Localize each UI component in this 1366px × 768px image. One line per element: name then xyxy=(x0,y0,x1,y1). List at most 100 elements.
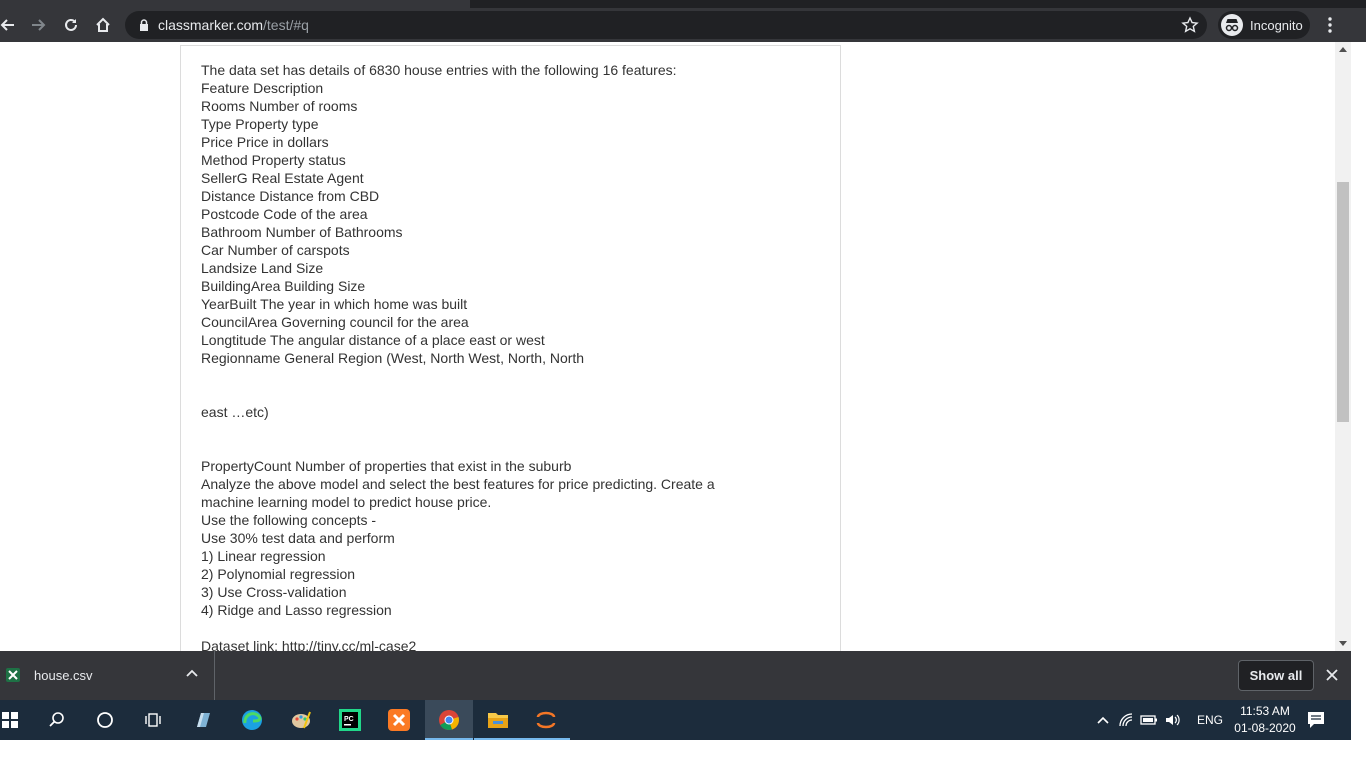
browser-menu-button[interactable] xyxy=(1320,8,1340,42)
question-line: 1) Linear regression xyxy=(201,548,326,564)
clock-date: 01-08-2020 xyxy=(1234,721,1296,735)
paint-app[interactable] xyxy=(277,700,325,740)
notepad-app[interactable] xyxy=(179,700,227,740)
clock[interactable]: 11:53 AM 01-08-2020 xyxy=(1230,703,1300,737)
search-icon xyxy=(49,712,64,727)
task-view-button[interactable] xyxy=(129,700,177,740)
question-line: Rooms Number of rooms xyxy=(201,98,358,114)
question-line: Use the following concepts - xyxy=(201,512,377,528)
question-line: Bathroom Number of Bathrooms xyxy=(201,224,403,240)
close-download-bar-button[interactable] xyxy=(1322,665,1342,685)
forward-arrow-icon xyxy=(32,19,46,31)
window-edge xyxy=(1351,42,1366,740)
pycharm-icon: PC xyxy=(339,709,361,731)
question-line: Car Number of carspots xyxy=(201,242,350,258)
scroll-down-icon[interactable] xyxy=(1339,641,1347,646)
cortana-button[interactable] xyxy=(81,700,129,740)
question-line: east …etc) xyxy=(201,404,269,420)
volume-icon[interactable] xyxy=(1164,712,1182,728)
question-line: YearBuilt The year in which home was bui… xyxy=(201,296,468,312)
edge-app[interactable] xyxy=(228,700,276,740)
download-file-name: house.csv xyxy=(34,668,93,683)
question-line: Postcode Code of the area xyxy=(201,206,368,222)
address-bar[interactable]: classmarker.com/test/#q xyxy=(125,11,1207,39)
scroll-up-icon[interactable] xyxy=(1339,47,1347,52)
jupyter-app[interactable] xyxy=(522,700,570,740)
reload-button[interactable] xyxy=(56,8,86,42)
task-view-icon xyxy=(145,713,161,727)
bookmark-star-icon[interactable] xyxy=(1181,16,1199,34)
incognito-indicator[interactable]: Incognito xyxy=(1218,11,1310,39)
dataset-link-line[interactable]: Dataset link: http://tiny.cc/ml-case2 xyxy=(201,637,821,651)
download-bar: house.csv Show all xyxy=(0,651,1351,700)
chrome-app[interactable] xyxy=(425,700,473,740)
clock-time: 11:53 AM xyxy=(1240,704,1290,718)
download-item[interactable]: house.csv xyxy=(0,651,215,700)
question-line: Use 30% test data and perform xyxy=(201,530,395,546)
notifications-icon[interactable] xyxy=(1306,710,1326,730)
chrome-icon xyxy=(439,710,459,730)
question-line: BuildingArea Building Size xyxy=(201,278,366,294)
page-scrollbar[interactable] xyxy=(1335,42,1351,651)
home-icon xyxy=(96,17,110,32)
chevron-up-icon[interactable] xyxy=(185,667,199,681)
question-line: Landsize Land Size xyxy=(201,260,324,276)
paint-icon xyxy=(292,711,311,729)
active-tab[interactable] xyxy=(0,0,470,8)
question-line: Feature Description xyxy=(201,80,324,96)
instructions-block: PropertyCount Number of properties that … xyxy=(201,457,821,619)
excel-file-icon xyxy=(6,668,20,682)
tab-strip xyxy=(0,0,1366,8)
incognito-icon xyxy=(1221,14,1243,36)
question-line: 2) Polynomial regression xyxy=(201,566,356,582)
cortana-icon xyxy=(97,712,113,728)
chevron-up-icon[interactable] xyxy=(1096,713,1110,727)
question-line: 4) Ridge and Lasso regression xyxy=(201,602,392,618)
wifi-icon[interactable] xyxy=(1118,712,1134,728)
question-line: Price Price in dollars xyxy=(201,134,329,150)
battery-icon[interactable] xyxy=(1140,713,1158,727)
xampp-icon xyxy=(388,709,410,731)
scrollbar-thumb[interactable] xyxy=(1337,182,1349,422)
file-explorer-app[interactable] xyxy=(474,700,522,740)
question-card: The data set has details of 6830 house e… xyxy=(180,45,841,651)
question-line: machine learning model to predict house … xyxy=(201,494,492,510)
url-path: /test/#q xyxy=(263,17,309,33)
file-explorer-icon xyxy=(488,713,508,728)
question-line: Longtitude The angular distance of a pla… xyxy=(201,332,545,348)
question-line: PropertyCount Number of properties that … xyxy=(201,458,572,474)
question-line: SellerG Real Estate Agent xyxy=(201,170,364,186)
windows-taskbar: PC ENG 11:53 AM 01-08-2020 xyxy=(0,700,1351,740)
back-button[interactable] xyxy=(0,8,22,42)
start-icon xyxy=(2,712,18,728)
question-line: 3) Use Cross-validation xyxy=(201,584,347,600)
lock-icon xyxy=(140,19,148,31)
svg-text:PC: PC xyxy=(344,716,354,723)
more-vert-icon xyxy=(1328,17,1332,33)
question-line: CouncilArea Governing council for the ar… xyxy=(201,314,469,330)
question-line: Regionname General Region (West, North W… xyxy=(201,350,585,366)
jupyter-icon xyxy=(536,711,556,729)
question-line: Distance Distance from CBD xyxy=(201,188,380,204)
language-indicator[interactable]: ENG xyxy=(1197,713,1223,727)
back-arrow-icon xyxy=(0,19,14,31)
pycharm-app[interactable]: PC xyxy=(326,700,374,740)
system-tray xyxy=(1096,700,1182,740)
incognito-label: Incognito xyxy=(1250,18,1303,33)
question-text: The data set has details of 6830 house e… xyxy=(201,61,821,651)
features-list: The data set has details of 6830 house e… xyxy=(201,61,821,367)
page-content: The data set has details of 6830 house e… xyxy=(0,42,1351,651)
question-line: Method Property status xyxy=(201,152,346,168)
show-all-button[interactable]: Show all xyxy=(1238,660,1314,691)
question-line: The data set has details of 6830 house e… xyxy=(201,62,677,78)
url-host: classmarker.com xyxy=(158,17,264,33)
home-button[interactable] xyxy=(88,8,118,42)
forward-button[interactable] xyxy=(24,8,54,42)
search-button[interactable] xyxy=(33,700,81,740)
close-icon xyxy=(1326,669,1338,681)
reload-icon xyxy=(65,18,77,31)
start-button[interactable] xyxy=(0,700,34,740)
xampp-app[interactable] xyxy=(375,700,423,740)
question-line: Analyze the above model and select the b… xyxy=(201,476,715,492)
url-text: classmarker.com/test/#q xyxy=(158,17,309,33)
